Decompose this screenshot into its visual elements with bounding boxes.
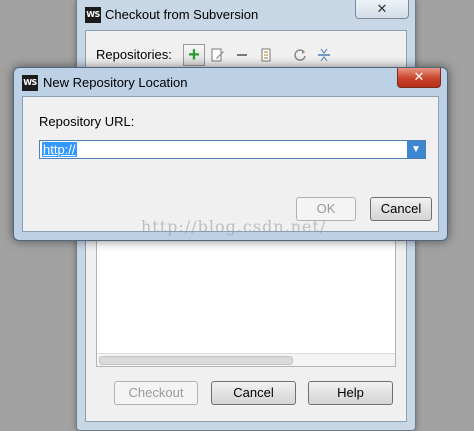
new-repository-body: Repository URL: http:// ▼ OK Cancel xyxy=(22,96,439,232)
refresh-icon[interactable] xyxy=(289,44,311,66)
help-button[interactable]: Help xyxy=(308,381,393,405)
repositories-label: Repositories: xyxy=(96,47,172,62)
new-repository-close-button[interactable]: ✕ xyxy=(397,68,441,88)
repository-url-combobox[interactable]: http:// ▼ xyxy=(39,140,426,159)
scrollbar-thumb[interactable] xyxy=(99,356,293,365)
new-repository-cancel-button[interactable]: Cancel xyxy=(370,197,432,221)
edit-icon[interactable] xyxy=(207,44,229,66)
plus-icon[interactable]: + xyxy=(183,44,205,66)
checkout-close-button[interactable]: ✕ xyxy=(355,0,409,19)
webstorm-logo-icon: WS xyxy=(22,75,38,91)
new-repository-titlebar[interactable]: WS New Repository Location ✕ xyxy=(14,68,447,96)
collapse-icon[interactable] xyxy=(313,44,335,66)
checkout-button[interactable]: Checkout xyxy=(114,381,198,405)
new-repository-dialog: WS New Repository Location ✕ Repository … xyxy=(13,67,448,241)
watermark-text: http://blog.csdn.net/ xyxy=(141,217,327,236)
repository-url-label: Repository URL: xyxy=(39,114,135,129)
minus-icon[interactable] xyxy=(231,44,253,66)
repositories-toolbar: Repositories: + xyxy=(96,43,396,67)
chevron-down-icon[interactable]: ▼ xyxy=(407,141,425,158)
checkout-dialog-title: Checkout from Subversion xyxy=(105,7,259,22)
checkout-dialog-titlebar[interactable]: WS Checkout from Subversion ✕ xyxy=(77,0,415,30)
document-icon[interactable] xyxy=(255,44,277,66)
webstorm-logo-icon: WS xyxy=(85,7,101,23)
cancel-button[interactable]: Cancel xyxy=(211,381,296,405)
horizontal-scrollbar[interactable] xyxy=(97,353,395,366)
new-repository-title: New Repository Location xyxy=(43,75,188,90)
repository-url-input[interactable]: http:// xyxy=(42,142,77,157)
